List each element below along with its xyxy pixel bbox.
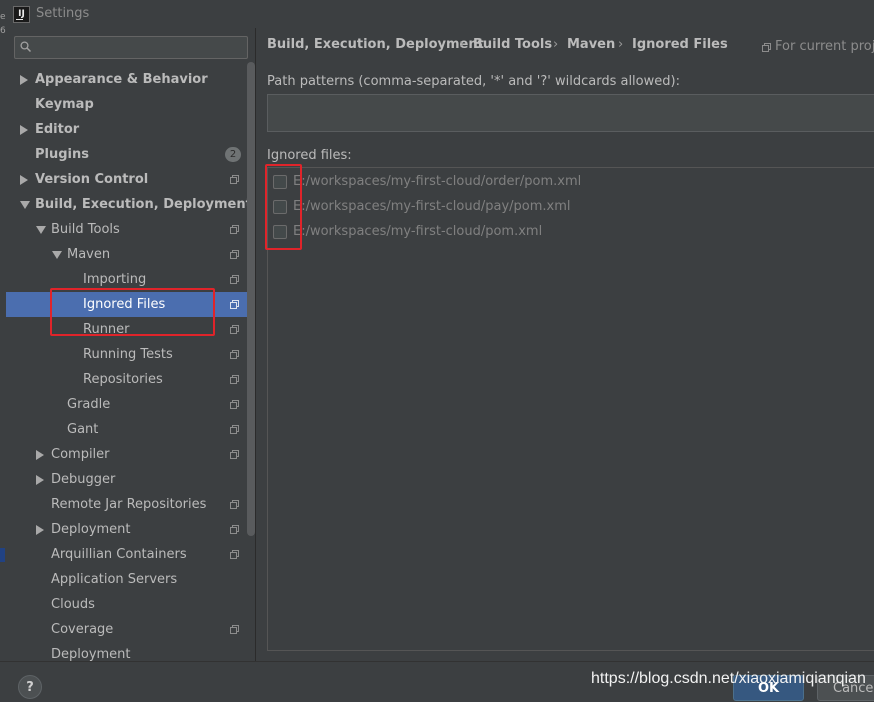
sidebar-item-label: Remote Jar Repositories <box>51 497 207 512</box>
sidebar-item-label: Build, Execution, Deployment <box>35 197 252 212</box>
project-scope-icon <box>230 275 239 284</box>
window-title: Settings <box>36 6 90 21</box>
expand-arrow-down-icon[interactable] <box>20 201 30 209</box>
breadcrumb-item: Ignored Files <box>632 37 728 52</box>
scope-label: For current proj <box>775 39 874 54</box>
sidebar-item[interactable]: Gant <box>6 417 255 442</box>
project-scope-icon <box>230 525 239 534</box>
sidebar-item[interactable]: Build, Execution, Deployment <box>6 192 255 217</box>
expand-arrow-right-icon[interactable] <box>20 175 28 185</box>
sidebar-scrollbar[interactable] <box>247 62 255 536</box>
sidebar-item-label: Debugger <box>51 472 116 487</box>
breadcrumb-separator: › <box>553 37 559 52</box>
sidebar-item[interactable]: Application Servers <box>6 567 255 592</box>
sidebar-item[interactable]: Build Tools <box>6 217 255 242</box>
sidebar-item[interactable]: Maven <box>6 242 255 267</box>
ignored-file-row[interactable]: E:/workspaces/my-first-cloud/order/pom.x… <box>268 169 874 194</box>
project-scope-icon <box>230 250 239 259</box>
watermark-url: https://blog.csdn.net/xiaoxiamiqianqian <box>591 670 866 687</box>
expand-arrow-down-icon[interactable] <box>52 251 62 259</box>
sidebar-item-label: Plugins <box>35 147 89 162</box>
project-scope-icon <box>762 43 771 52</box>
expand-arrow-down-icon[interactable] <box>36 226 46 234</box>
project-scope-icon <box>230 375 239 384</box>
plugins-update-badge: 2 <box>225 147 241 162</box>
sidebar-item[interactable]: Appearance & Behavior <box>6 67 255 92</box>
sidebar-item-label: Gant <box>67 422 99 437</box>
path-patterns-label: Path patterns (comma-separated, '*' and … <box>267 74 680 89</box>
background-window-edge-mark <box>0 548 5 562</box>
highlight-box-ignored-files <box>50 288 215 336</box>
sidebar-item[interactable]: Compiler <box>6 442 255 467</box>
sidebar-item[interactable]: Repositories <box>6 367 255 392</box>
sidebar-item[interactable]: Deployment <box>6 642 255 661</box>
sidebar-item-label: Running Tests <box>83 347 173 362</box>
project-scope-icon <box>230 625 239 634</box>
project-scope-icon <box>230 350 239 359</box>
project-scope-icon <box>230 450 239 459</box>
sidebar-item-label: Editor <box>35 122 80 137</box>
sidebar-item[interactable]: Gradle <box>6 392 255 417</box>
breadcrumb-item: Maven <box>567 37 616 52</box>
ignored-files-list: E:/workspaces/my-first-cloud/order/pom.x… <box>267 167 874 651</box>
sidebar-item-label: Keymap <box>35 97 94 112</box>
sidebar-item[interactable]: Plugins 2 <box>6 142 255 167</box>
sidebar-item[interactable]: Keymap <box>6 92 255 117</box>
help-button[interactable]: ? <box>18 675 42 699</box>
sidebar-item-label: Arquillian Containers <box>51 547 187 562</box>
sidebar-item[interactable]: Clouds <box>6 592 255 617</box>
sidebar-item[interactable]: Deployment <box>6 517 255 542</box>
sidebar-item-label: Gradle <box>67 397 111 412</box>
ignored-file-row[interactable]: E:/workspaces/my-first-cloud/pay/pom.xml <box>268 194 874 219</box>
project-scope-icon <box>230 500 239 509</box>
intellij-app-icon: IJ <box>13 6 30 23</box>
settings-search-input[interactable] <box>14 36 248 59</box>
sidebar-item[interactable]: Debugger <box>6 467 255 492</box>
ignored-file-row[interactable]: E:/workspaces/my-first-cloud/pom.xml <box>268 219 874 244</box>
sidebar-item[interactable]: Remote Jar Repositories <box>6 492 255 517</box>
expand-arrow-right-icon[interactable] <box>36 450 44 460</box>
expand-arrow-right-icon[interactable] <box>20 75 28 85</box>
sidebar-item-label: Coverage <box>51 622 114 637</box>
project-scope-icon <box>230 425 239 434</box>
expand-arrow-right-icon[interactable] <box>20 125 28 135</box>
ignored-file-path: E:/workspaces/my-first-cloud/pay/pom.xml <box>293 199 571 214</box>
sidebar-item[interactable]: Editor <box>6 117 255 142</box>
project-scope-icon <box>230 325 239 334</box>
highlight-box-checkboxes <box>265 164 302 250</box>
sidebar-item-label: Build Tools <box>51 222 120 237</box>
ignored-file-path: E:/workspaces/my-first-cloud/order/pom.x… <box>293 174 582 189</box>
expand-arrow-right-icon[interactable] <box>36 475 44 485</box>
project-scope-icon <box>230 550 239 559</box>
sidebar-item-label: Compiler <box>51 447 110 462</box>
ignored-file-path: E:/workspaces/my-first-cloud/pom.xml <box>293 224 543 239</box>
settings-sidebar: Appearance & Behavior Keymap Editor Plugins… <box>6 28 255 661</box>
sidebar-item-label: Maven <box>67 247 111 262</box>
project-scope-icon <box>230 175 239 184</box>
project-scope-icon <box>230 300 239 309</box>
sidebar-item-label: Deployment <box>51 647 131 661</box>
sidebar-item-label: Clouds <box>51 597 95 612</box>
sidebar-item[interactable]: Version Control <box>6 167 255 192</box>
sidebar-item-label: Repositories <box>83 372 163 387</box>
search-icon <box>20 41 32 53</box>
breadcrumb-separator: › <box>459 37 465 52</box>
sidebar-item-label: Application Servers <box>51 572 178 587</box>
sidebar-item-label: Appearance & Behavior <box>35 72 208 87</box>
title-bar: IJ Settings <box>0 0 874 28</box>
path-patterns-input[interactable] <box>267 94 874 132</box>
expand-arrow-right-icon[interactable] <box>36 525 44 535</box>
sidebar-item[interactable]: Arquillian Containers <box>6 542 255 567</box>
ignored-files-label: Ignored files: <box>267 148 352 163</box>
sidebar-item[interactable]: Running Tests <box>6 342 255 367</box>
sidebar-item[interactable]: Coverage <box>6 617 255 642</box>
settings-content-panel: Build, Execution, Deployment › Build Too… <box>256 28 874 661</box>
breadcrumb-item: Build Tools <box>473 37 553 52</box>
breadcrumb-item: Build, Execution, Deployment <box>267 37 484 52</box>
sidebar-item-label: Deployment <box>51 522 131 537</box>
project-scope-icon <box>230 400 239 409</box>
project-scope-icon <box>230 225 239 234</box>
sidebar-item-label: Version Control <box>35 172 149 187</box>
breadcrumb-separator: › <box>618 37 624 52</box>
